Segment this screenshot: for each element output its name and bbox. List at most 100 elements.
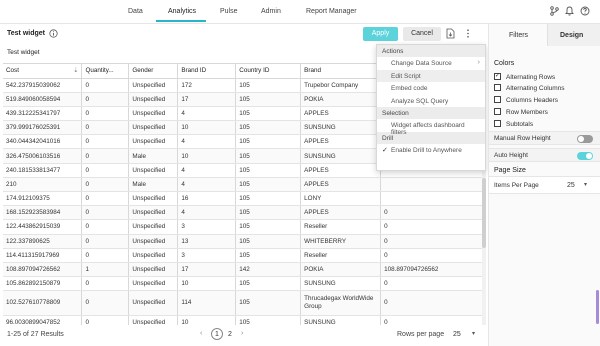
cell-cost: 122.337890625 — [3, 234, 83, 249]
info-icon[interactable] — [49, 29, 58, 40]
column-header-gender[interactable]: Gender — [128, 64, 179, 79]
page-2-button[interactable]: 2 — [228, 331, 232, 338]
option-subtotals[interactable]: Subtotals — [494, 120, 533, 128]
chevron-down-icon[interactable]: ▾ — [472, 330, 475, 337]
cell-quantity: 0 — [81, 315, 130, 325]
tab-data[interactable]: Data — [128, 8, 143, 15]
widget-options-menu: Actions Change Data Source › Edit Script … — [376, 44, 486, 171]
cell-quantity: 0 — [81, 134, 130, 150]
cell-quantity: 0 — [81, 205, 130, 221]
table-row[interactable]: 174.912109375 0 Unspecified 16 105 LONY — [3, 191, 485, 207]
cell-country-id: 105 — [235, 148, 302, 164]
table-row[interactable]: 122.443862915039 0 Unspecified 3 105 Reseller… — [3, 219, 485, 235]
apply-button[interactable]: Apply — [363, 27, 398, 41]
column-header-country-id[interactable]: Country ID — [235, 64, 302, 79]
cell-gender: Male — [128, 148, 179, 164]
menu-item-edit-script[interactable]: Edit Script — [377, 69, 485, 82]
widget-title: Test widget — [7, 30, 45, 37]
bell-icon[interactable] — [565, 6, 574, 16]
table-row[interactable]: 102.527610778809 0 Unspecified 114 105 Thruca… — [3, 290, 485, 317]
cell-cost: 340.044342041016 — [3, 134, 83, 150]
git-branch-icon[interactable] — [550, 6, 559, 16]
cell-quantity: 0 — [81, 106, 130, 122]
cell-extra: 0 — [380, 234, 485, 249]
cell-quantity: 0 — [81, 219, 130, 235]
auto-height-toggle[interactable] — [577, 152, 593, 160]
items-per-page-select[interactable]: 25 — [567, 182, 575, 189]
chevron-down-icon[interactable]: ▾ — [584, 181, 587, 188]
cell-country-id: 105 — [235, 92, 302, 107]
cell-country-id: 105 — [235, 191, 302, 207]
column-header-brand[interactable]: Brand — [300, 64, 382, 79]
menu-item-widget-affects-filters[interactable]: Widget affects dashboard filters — [377, 119, 485, 136]
tab-pulse[interactable]: Pulse — [220, 8, 238, 15]
cell-extra: 0 — [380, 205, 485, 221]
results-count: 1-25 of 27 Results — [7, 331, 64, 338]
current-page-button[interactable]: 1 — [211, 328, 223, 340]
table-row[interactable]: 108.897094726562 1 Unspecified 17 142 POKIA 10… — [3, 262, 485, 278]
table-row[interactable]: 105.862892150879 0 Unspecified 10 105 SUNSUNG… — [3, 276, 485, 292]
cell-cost: 439.312225341797 — [3, 106, 83, 122]
cell-brand-id: 172 — [177, 78, 237, 93]
checkbox[interactable] — [494, 120, 501, 127]
cell-country-id: 105 — [235, 106, 302, 122]
cell-gender: Unspecified — [128, 120, 179, 136]
manual-row-height-toggle[interactable] — [577, 135, 593, 143]
option-columns-headers[interactable]: Columns Headers — [494, 96, 558, 104]
cell-gender: Unspecified — [128, 106, 179, 122]
option-alternating-rows[interactable]: Alternating Rows — [494, 72, 555, 81]
cell-cost: 102.527610778809 — [3, 290, 83, 317]
checkbox[interactable] — [494, 108, 501, 115]
menu-item-embed-code[interactable]: Embed code — [377, 82, 485, 95]
tab-report-manager[interactable]: Report Manager — [306, 8, 357, 15]
check-icon: ✓ — [382, 146, 388, 154]
tab-analytics[interactable]: Analytics — [168, 8, 196, 15]
cell-brand: SUNSUNG — [300, 276, 382, 292]
more-options-icon[interactable] — [466, 29, 470, 40]
column-header-cost[interactable]: Cost ⇣ — [3, 64, 83, 79]
column-header-brand-id[interactable]: Brand ID — [177, 64, 237, 79]
menu-item-change-data-source[interactable]: Change Data Source › — [377, 57, 485, 70]
cell-extra — [380, 177, 485, 193]
menu-item-analyze-sql[interactable]: Analyze SQL Query — [377, 95, 485, 108]
cell-brand: APPLES — [300, 177, 382, 193]
checkbox[interactable] — [494, 96, 501, 103]
export-file-icon[interactable] — [446, 28, 455, 41]
manual-row-height-row: Manual Row Height — [489, 131, 600, 145]
cancel-button[interactable]: Cancel — [403, 27, 441, 41]
option-alternating-columns[interactable]: Alternating Columns — [494, 84, 565, 92]
help-icon[interactable] — [580, 6, 590, 16]
tab-admin[interactable]: Admin — [261, 8, 281, 15]
cell-extra: 0 — [380, 315, 485, 325]
table-row[interactable]: 96.0030899047852 0 Unspecified 10 105 SUNSUNG… — [3, 315, 485, 325]
tab-filters[interactable]: Filters — [509, 32, 528, 39]
cell-brand: POKIA — [300, 92, 382, 107]
prev-page-icon[interactable]: ‹ — [200, 330, 202, 337]
menu-section-selection: Selection — [377, 107, 485, 119]
table-row[interactable]: 122.337890625 0 Unspecified 13 105 WHITEBERRY… — [3, 234, 485, 249]
scrollbar-thumb[interactable] — [482, 178, 486, 248]
tab-design[interactable]: Design — [560, 32, 583, 39]
cell-extra: 0 — [380, 276, 485, 292]
table-row[interactable]: 168.152923583984 0 Unspecified 4 105 APPLES 0 — [3, 205, 485, 221]
auto-height-row: Auto Height — [489, 148, 600, 162]
cell-quantity: 0 — [81, 191, 130, 207]
column-header-quantity[interactable]: Quantity... — [81, 64, 130, 79]
sort-icon[interactable]: ⇣ — [73, 67, 78, 74]
option-row-members[interactable]: Row Members — [494, 108, 548, 116]
cell-country-id: 105 — [235, 290, 302, 317]
cell-gender: Unspecified — [128, 92, 179, 107]
cell-country-id: 105 — [235, 315, 302, 325]
cell-gender: Unspecified — [128, 191, 179, 207]
cell-gender: Unspecified — [128, 248, 179, 263]
panel-scroll-handle[interactable] — [596, 290, 599, 324]
table-row[interactable]: 114.411315917969 0 Unspecified 3 105 Reseller… — [3, 248, 485, 263]
checkbox[interactable] — [494, 84, 501, 91]
cell-country-id: 105 — [235, 134, 302, 150]
checkbox[interactable] — [494, 72, 501, 80]
cell-brand: Thrucadegax WorldWide Group — [300, 290, 382, 317]
table-row[interactable]: 210 0 Male 4 105 APPLES — [3, 177, 485, 193]
next-page-icon[interactable]: › — [241, 330, 243, 337]
rows-per-page-select[interactable]: 25 — [453, 331, 461, 338]
menu-item-enable-drill[interactable]: ✓ Enable Drill to Anywhere — [377, 144, 485, 157]
